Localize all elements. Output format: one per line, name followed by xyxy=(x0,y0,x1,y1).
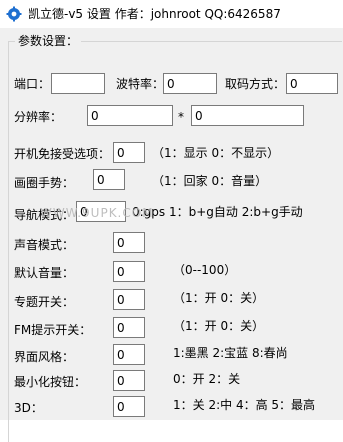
baud-label: 波特率： xyxy=(116,77,165,91)
threed-hint: 1：关 2:中 4：高 5：最高 xyxy=(173,398,316,412)
threed-input[interactable] xyxy=(113,396,145,417)
ui-style-hint: 1:墨黑 2:宝蓝 8:春尚 xyxy=(173,346,288,360)
threed-label: 3D： xyxy=(14,401,43,415)
decode-input[interactable] xyxy=(286,73,338,94)
port-input[interactable] xyxy=(51,73,105,94)
boot-skip-hint: （1：显示 0：不显示） xyxy=(152,146,280,160)
resolution-width-input[interactable] xyxy=(87,105,173,126)
topic-switch-hint: （1：开 0：关） xyxy=(173,291,265,305)
baud-input[interactable] xyxy=(163,73,217,94)
resolution-separator: * xyxy=(178,110,184,124)
window-title: 凯立德-v5 设置 作者：johnroot QQ:6426587 xyxy=(28,7,281,21)
fm-switch-input[interactable] xyxy=(113,317,145,338)
group-title: 参数设置： xyxy=(15,33,82,49)
settings-panel: 参数设置： 端口： 波特率： 取码方式： 分辨率： * 开机免接受选项： （1：… xyxy=(0,29,343,442)
fm-switch-label: FM提示开关： xyxy=(14,323,92,337)
topic-switch-input[interactable] xyxy=(113,289,145,310)
ui-style-label: 界面风格： xyxy=(14,350,75,364)
ui-style-input[interactable] xyxy=(113,344,145,365)
gesture-hint: （1：回家 0：音量） xyxy=(152,174,268,188)
gesture-input[interactable] xyxy=(93,169,125,190)
gesture-label: 画圈手势： xyxy=(14,176,75,190)
minimize-input[interactable] xyxy=(113,370,145,391)
gear-icon xyxy=(6,6,22,22)
default-volume-hint: （0--100） xyxy=(173,263,237,277)
topic-switch-label: 专题开关： xyxy=(14,295,75,309)
nav-mode-hint: 0:gps 1：b+g自动 2:b+g手动 xyxy=(132,205,303,219)
minimize-label: 最小化按钮： xyxy=(14,375,87,389)
voice-mode-input[interactable] xyxy=(113,232,145,253)
default-volume-label: 默认音量： xyxy=(14,266,75,280)
boot-skip-label: 开机免接受选项： xyxy=(14,147,111,161)
default-volume-input[interactable] xyxy=(113,261,145,282)
fm-switch-hint: （1：开 0：关） xyxy=(173,319,265,333)
port-label: 端口： xyxy=(14,77,51,91)
voice-mode-label: 声音模式： xyxy=(14,238,75,252)
minimize-hint: 0：开 2：关 xyxy=(173,372,241,386)
boot-skip-input[interactable] xyxy=(113,142,145,163)
resolution-label: 分辨率： xyxy=(14,110,63,124)
watermark: WWW.9UPK.COM xyxy=(40,206,154,220)
resolution-height-input[interactable] xyxy=(191,105,304,126)
decode-label: 取码方式： xyxy=(225,77,286,91)
title-bar: 凯立德-v5 设置 作者：johnroot QQ:6426587 xyxy=(0,0,343,29)
